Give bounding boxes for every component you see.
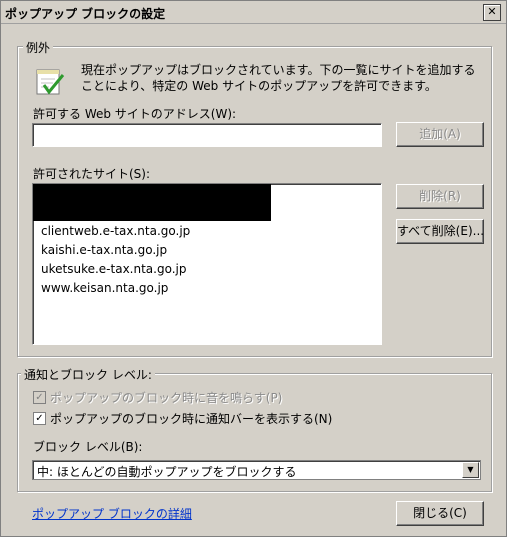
popup-blocker-settings-dialog: ポップアップ ブロックの設定 ✕ 例外 現在ポップアップはブロックされています。…: [0, 0, 507, 537]
exceptions-legend: 例外: [23, 39, 54, 56]
learn-more-link[interactable]: ポップアップ ブロックの詳細: [32, 505, 192, 522]
allowed-sites-list[interactable]: clientweb.e-tax.nta.go.jp kaishi.e-tax.n…: [32, 183, 382, 345]
sound-checkbox-label: ポップアップのブロック時に音を鳴らす(P): [50, 391, 283, 405]
close-button[interactable]: 閉じる(C): [396, 501, 484, 526]
list-item[interactable]: clientweb.e-tax.nta.go.jp: [41, 224, 190, 238]
notification-bar-checkbox[interactable]: ✓: [33, 412, 46, 425]
address-label: 許可する Web サイトのアドレス(W):: [33, 107, 237, 121]
chevron-down-icon[interactable]: ▼: [462, 462, 479, 478]
exceptions-group: 例外 現在ポップアップはブロックされています。下の一覧にサイトを追加することによ…: [17, 39, 492, 357]
website-address-input[interactable]: [32, 123, 382, 147]
notification-legend: 通知とブロック レベル:: [21, 366, 155, 383]
redacted-site-entry[interactable]: [33, 184, 271, 221]
block-level-label: ブロック レベル(B):: [33, 440, 143, 454]
sound-checkbox[interactable]: ✓: [33, 391, 46, 404]
title-bar[interactable]: ポップアップ ブロックの設定 ✕: [1, 1, 506, 24]
close-window-button[interactable]: ✕: [483, 4, 501, 21]
block-level-select[interactable]: 中: ほとんどの自動ポップアップをブロックする ▼: [32, 460, 481, 480]
block-level-value: 中: ほとんどの自動ポップアップをブロックする: [37, 465, 297, 479]
list-item[interactable]: uketsuke.e-tax.nta.go.jp: [41, 262, 186, 276]
remove-button[interactable]: 削除(R): [396, 184, 484, 209]
exceptions-description: 現在ポップアップはブロックされています。下の一覧にサイトを追加することにより、特…: [81, 63, 476, 93]
add-button[interactable]: 追加(A): [396, 122, 484, 147]
list-item[interactable]: kaishi.e-tax.nta.go.jp: [41, 243, 167, 257]
notification-bar-checkbox-label: ポップアップのブロック時に通知バーを表示する(N): [50, 412, 333, 426]
notification-block-level-group: 通知とブロック レベル: ✓ ポップアップのブロック時に音を鳴らす(P) ✓ ポ…: [17, 366, 492, 492]
list-item[interactable]: www.keisan.nta.go.jp: [41, 281, 168, 295]
window-title: ポップアップ ブロックの設定: [5, 7, 166, 21]
allowed-sites-check-icon: [36, 69, 65, 95]
close-icon: ✕: [487, 5, 497, 18]
remove-all-button[interactable]: すべて削除(E)...: [396, 219, 484, 244]
allowed-sites-label: 許可されたサイト(S):: [33, 167, 151, 181]
